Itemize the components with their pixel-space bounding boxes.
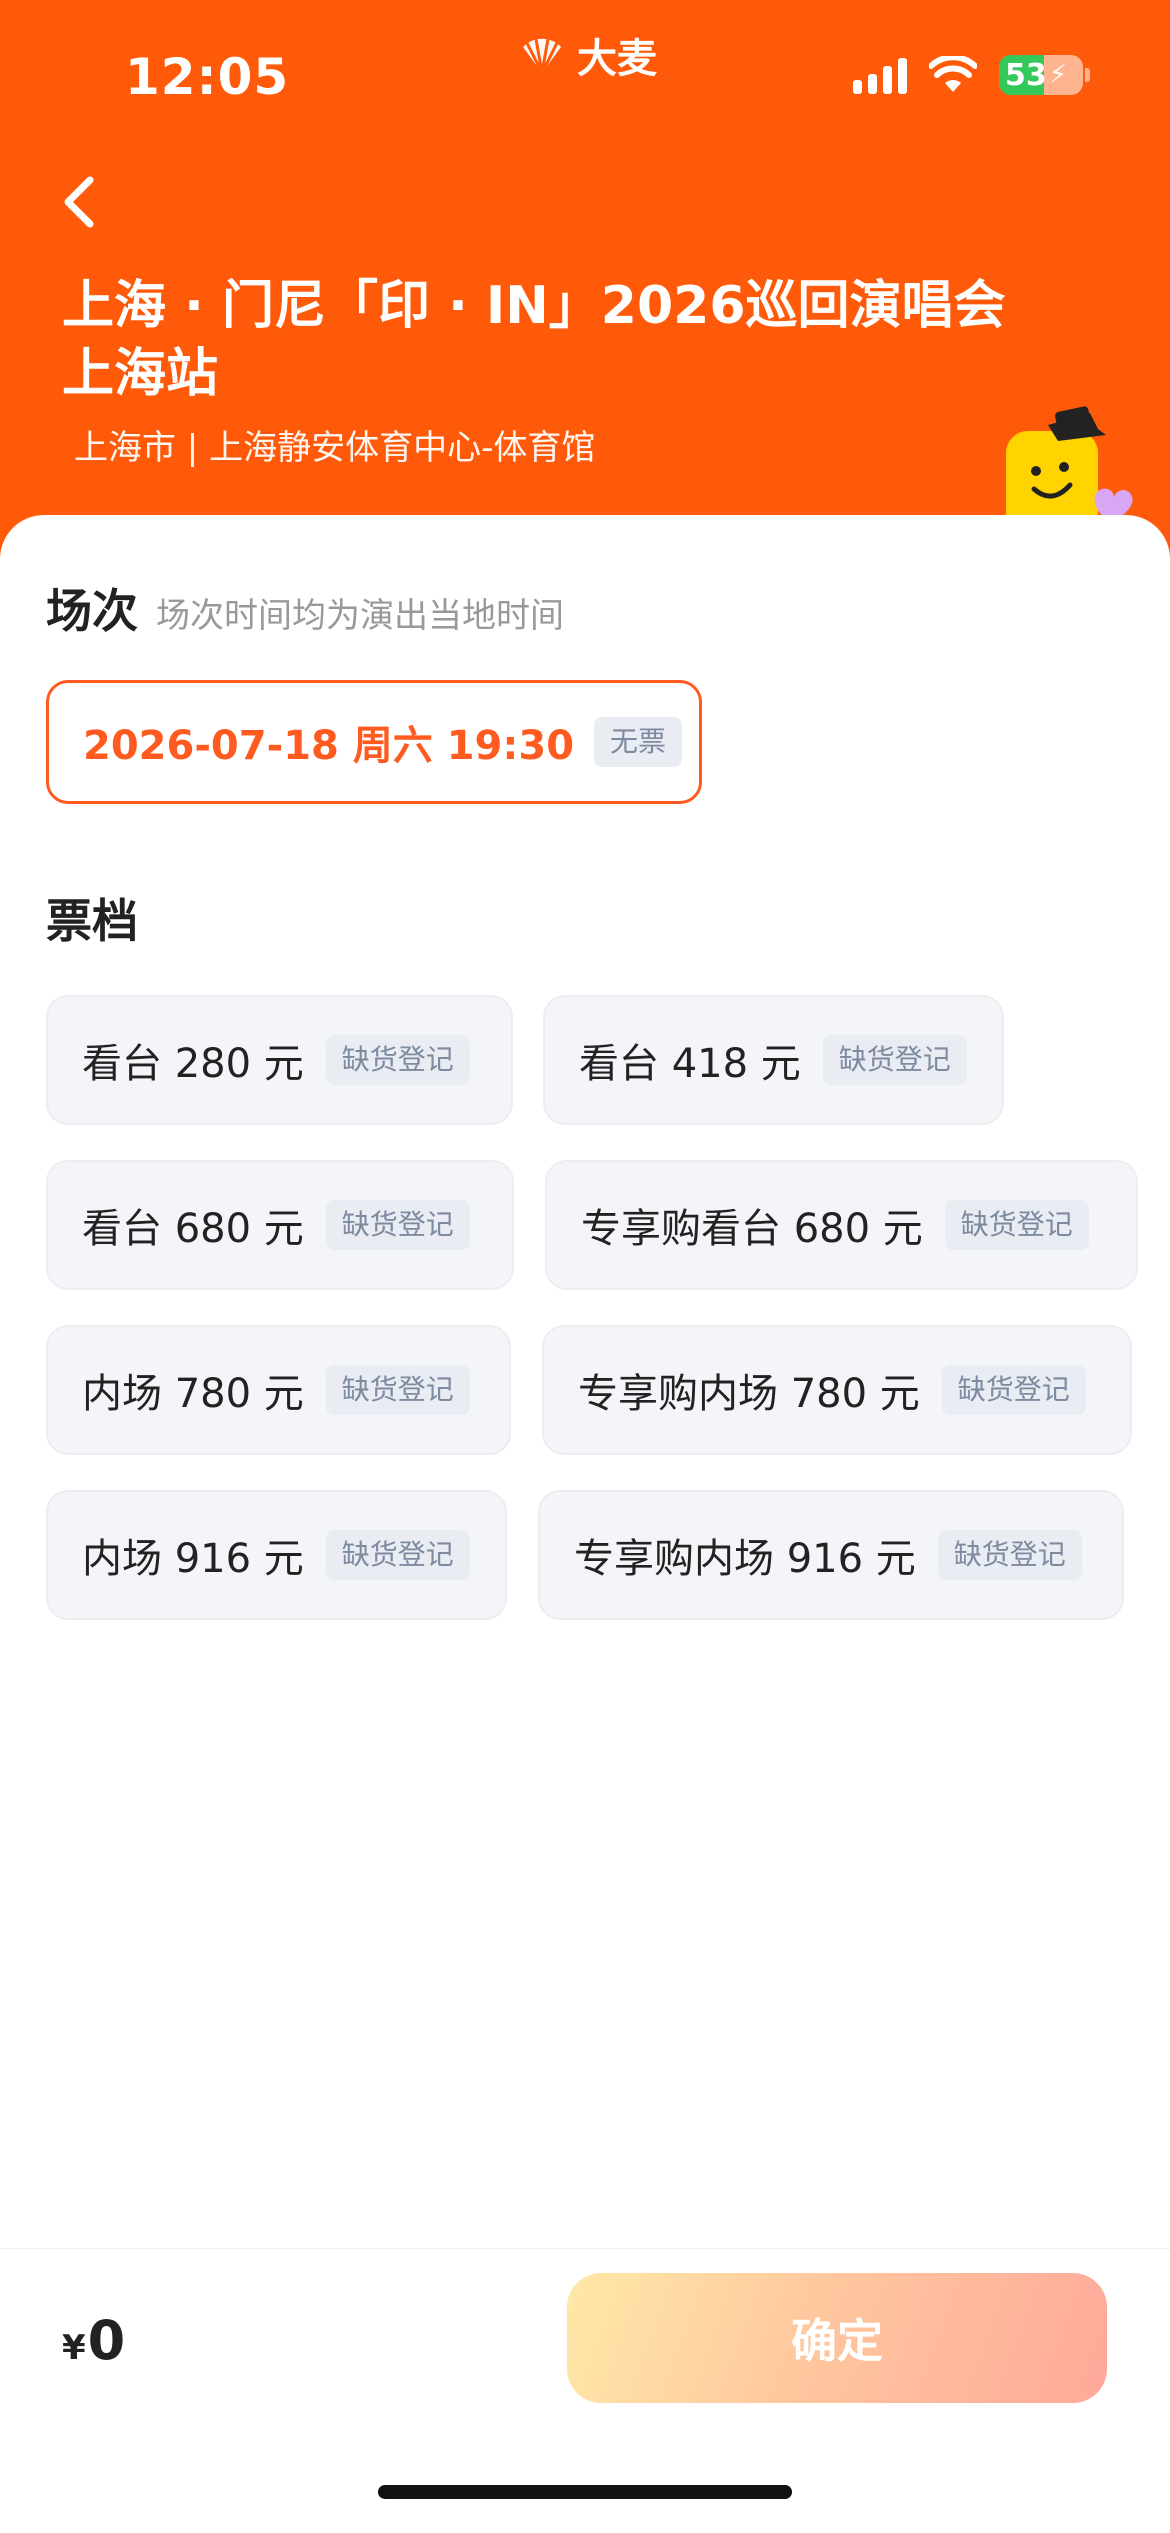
brand-name: 大麦 — [577, 36, 657, 82]
session-option-selected[interactable]: 2026-07-18 周六 19:30 无票 — [46, 680, 702, 804]
restock-register-badge[interactable]: 缺货登记 — [944, 1200, 1089, 1250]
ticket-tier[interactable]: 专享购内场 916 元 缺货登记 — [538, 1490, 1124, 1620]
total-amount: 0 — [87, 2309, 126, 2372]
currency-symbol: ¥ — [62, 2328, 86, 2368]
status-bar: 12:05 大麦 53 ⚡ — [0, 0, 1170, 140]
restock-register-badge[interactable]: 缺货登记 — [325, 1200, 470, 1250]
restock-register-badge[interactable]: 缺货登记 — [325, 1365, 470, 1415]
event-venue: 上海市 | 上海静安体育中心-体育馆 — [74, 428, 596, 468]
restock-register-badge[interactable]: 缺货登记 — [325, 1530, 470, 1580]
ticket-tier[interactable]: 专享购内场 780 元 缺货登记 — [542, 1325, 1132, 1455]
ticket-tier[interactable]: 专享购看台 680 元 缺货登记 — [545, 1160, 1138, 1290]
ticket-tier-label: 专享购看台 680 元 — [581, 1206, 923, 1252]
damai-logo-icon — [523, 38, 561, 74]
session-section-header: 场次 场次时间均为演出当地时间 — [46, 575, 564, 641]
ticket-tier[interactable]: 看台 280 元 缺货登记 — [46, 995, 513, 1125]
ticket-tier[interactable]: 内场 916 元 缺货登记 — [46, 1490, 507, 1620]
wifi-icon — [929, 56, 977, 92]
ticket-tier-label: 看台 418 元 — [579, 1041, 801, 1087]
ticket-tier[interactable]: 看台 680 元 缺货登记 — [46, 1160, 514, 1290]
ticket-tier[interactable]: 内场 780 元 缺货登记 — [46, 1325, 511, 1455]
back-arrow-icon[interactable] — [52, 172, 112, 232]
brand-logo: 大麦 — [515, 30, 657, 82]
tier-section-title: 票档 — [46, 894, 138, 948]
battery-level: 53 — [1005, 57, 1047, 93]
ticket-tier[interactable]: 看台 418 元 缺货登记 — [543, 995, 1004, 1125]
session-status-badge: 无票 — [594, 717, 683, 767]
restock-register-badge[interactable]: 缺货登记 — [325, 1035, 470, 1085]
ticket-tier-label: 内场 916 元 — [82, 1536, 304, 1582]
ticket-tier-label: 看台 680 元 — [82, 1206, 304, 1252]
ticket-tier-label: 内场 780 元 — [82, 1371, 304, 1417]
status-icons: 53 ⚡ — [853, 55, 1090, 95]
restock-register-badge[interactable]: 缺货登记 — [937, 1530, 1082, 1580]
confirm-button[interactable]: 确定 — [567, 2273, 1107, 2403]
selection-sheet: 场次 场次时间均为演出当地时间 2026-07-18 周六 19:30 无票 票… — [0, 515, 1170, 2532]
restock-register-badge[interactable]: 缺货登记 — [822, 1035, 967, 1085]
event-title: 上海 · 门尼「印 · IN」2026巡回演唱会上海站 — [62, 276, 1006, 404]
session-datetime: 2026-07-18 周六 19:30 — [83, 723, 575, 769]
home-indicator[interactable] — [378, 2485, 792, 2499]
total-price: ¥ 0 — [62, 2309, 125, 2372]
ticket-tier-label: 专享购内场 916 元 — [574, 1536, 916, 1582]
ticket-tier-label: 专享购内场 780 元 — [578, 1371, 920, 1417]
status-time: 12:05 — [125, 48, 290, 106]
signal-icon — [853, 56, 907, 94]
battery-icon: 53 ⚡ — [999, 55, 1090, 95]
ticket-tier-label: 看台 280 元 — [82, 1041, 304, 1087]
session-section-title: 场次 — [46, 584, 138, 638]
session-section-subtitle: 场次时间均为演出当地时间 — [156, 596, 564, 636]
restock-register-badge[interactable]: 缺货登记 — [941, 1365, 1086, 1415]
